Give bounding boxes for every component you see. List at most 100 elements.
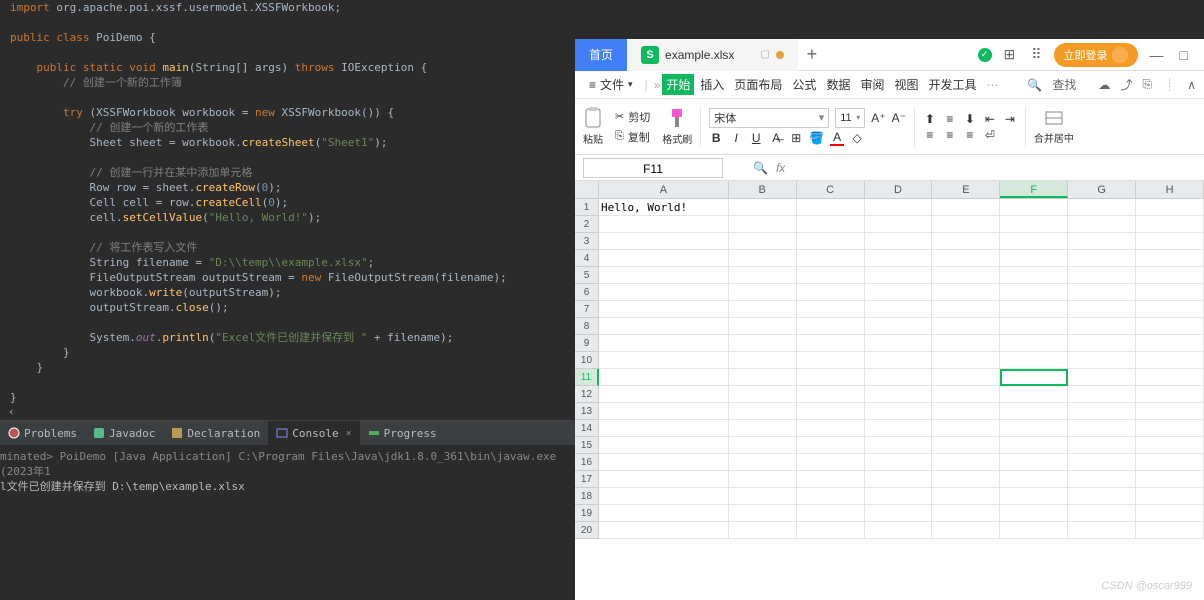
cell[interactable]: [865, 318, 933, 335]
login-button[interactable]: 立即登录: [1054, 43, 1138, 67]
row-header[interactable]: 10: [575, 352, 599, 369]
search-text[interactable]: 查找: [1052, 76, 1076, 93]
wrap-button[interactable]: ⏎: [983, 128, 997, 142]
cell[interactable]: [1000, 386, 1068, 403]
cell[interactable]: [1068, 420, 1136, 437]
cell[interactable]: [599, 420, 729, 437]
cell[interactable]: [797, 301, 865, 318]
row-header[interactable]: 19: [575, 505, 599, 522]
wps-tab-home[interactable]: 首页: [575, 39, 627, 71]
row-header[interactable]: 18: [575, 488, 599, 505]
cell[interactable]: [797, 403, 865, 420]
cell[interactable]: [865, 454, 933, 471]
row-header[interactable]: 8: [575, 318, 599, 335]
cell[interactable]: [1068, 403, 1136, 420]
cell[interactable]: [865, 386, 933, 403]
merge-button[interactable]: 合并居中: [1034, 108, 1074, 145]
cell[interactable]: [1068, 505, 1136, 522]
cell[interactable]: [1068, 437, 1136, 454]
font-select[interactable]: 宋体▾: [709, 108, 829, 128]
cell[interactable]: [1068, 250, 1136, 267]
cell[interactable]: [797, 488, 865, 505]
cell[interactable]: [932, 352, 1000, 369]
cell[interactable]: [932, 369, 1000, 386]
tab-menu-icon[interactable]: ▢: [760, 49, 769, 60]
fx-label[interactable]: fx: [776, 161, 785, 175]
apps-icon[interactable]: ⠿: [1027, 46, 1045, 63]
cell[interactable]: [932, 454, 1000, 471]
align-bottom-button[interactable]: ⬇: [963, 112, 977, 126]
menu-more[interactable]: ⋯: [983, 78, 1003, 92]
cell[interactable]: [599, 250, 729, 267]
cell[interactable]: [865, 335, 933, 352]
cell[interactable]: [599, 403, 729, 420]
font-color-button[interactable]: A: [830, 130, 844, 146]
cell[interactable]: [865, 471, 933, 488]
cell[interactable]: [1000, 301, 1068, 318]
cloud-icon[interactable]: ☁: [1098, 78, 1110, 92]
col-header[interactable]: B: [729, 181, 797, 198]
cell[interactable]: Hello, World!: [599, 199, 729, 216]
close-icon[interactable]: ×: [346, 428, 352, 439]
cell[interactable]: [1000, 284, 1068, 301]
cell[interactable]: [1000, 454, 1068, 471]
menu-review[interactable]: 审阅: [856, 76, 888, 93]
increase-font-button[interactable]: A⁺: [871, 111, 885, 125]
cell[interactable]: [797, 369, 865, 386]
share-icon[interactable]: ⤴: [1120, 76, 1132, 93]
col-header[interactable]: G: [1068, 181, 1136, 198]
cell[interactable]: [1136, 437, 1204, 454]
cell[interactable]: [729, 318, 797, 335]
cell[interactable]: [797, 284, 865, 301]
cell[interactable]: [1136, 216, 1204, 233]
cell[interactable]: [729, 284, 797, 301]
cell[interactable]: [599, 233, 729, 250]
cell[interactable]: [932, 216, 1000, 233]
cell[interactable]: [865, 522, 933, 539]
save-icon[interactable]: ⎘: [1142, 77, 1152, 92]
cell[interactable]: [1068, 454, 1136, 471]
tab-problems[interactable]: Problems: [0, 421, 85, 445]
cell[interactable]: [599, 352, 729, 369]
cell[interactable]: [1068, 369, 1136, 386]
scroll-left-icon[interactable]: ‹: [8, 405, 15, 418]
cell[interactable]: [729, 386, 797, 403]
cell[interactable]: [932, 335, 1000, 352]
cell[interactable]: [729, 454, 797, 471]
cell[interactable]: [797, 335, 865, 352]
cell[interactable]: [865, 437, 933, 454]
cell[interactable]: [1000, 420, 1068, 437]
cell[interactable]: [599, 437, 729, 454]
row-header[interactable]: 7: [575, 301, 599, 318]
cell[interactable]: [599, 454, 729, 471]
cell[interactable]: [599, 335, 729, 352]
row-header[interactable]: 9: [575, 335, 599, 352]
cell[interactable]: [729, 267, 797, 284]
cell[interactable]: [1136, 233, 1204, 250]
align-middle-button[interactable]: ≡: [943, 112, 957, 126]
cell[interactable]: [729, 301, 797, 318]
align-left-button[interactable]: ≡: [923, 128, 937, 142]
tab-declaration[interactable]: Declaration: [163, 421, 268, 445]
col-header[interactable]: D: [865, 181, 933, 198]
cell[interactable]: [865, 505, 933, 522]
cell[interactable]: [865, 488, 933, 505]
cell[interactable]: [729, 437, 797, 454]
cell[interactable]: [1000, 522, 1068, 539]
cell[interactable]: [729, 488, 797, 505]
cell[interactable]: [865, 403, 933, 420]
cell[interactable]: [932, 199, 1000, 216]
indent-dec-button[interactable]: ⇤: [983, 112, 997, 126]
spreadsheet-grid[interactable]: A B C D E F G H 1Hello, World!2345678910…: [575, 181, 1204, 539]
row-header[interactable]: 3: [575, 233, 599, 250]
cell[interactable]: [1068, 301, 1136, 318]
cell[interactable]: [1068, 335, 1136, 352]
cell[interactable]: [1068, 352, 1136, 369]
cell[interactable]: [1000, 250, 1068, 267]
cell[interactable]: [1000, 488, 1068, 505]
fx-search-icon[interactable]: 🔍: [753, 161, 768, 175]
cell[interactable]: [797, 522, 865, 539]
cell[interactable]: [1068, 267, 1136, 284]
cell[interactable]: [865, 352, 933, 369]
align-top-button[interactable]: ⬆: [923, 112, 937, 126]
